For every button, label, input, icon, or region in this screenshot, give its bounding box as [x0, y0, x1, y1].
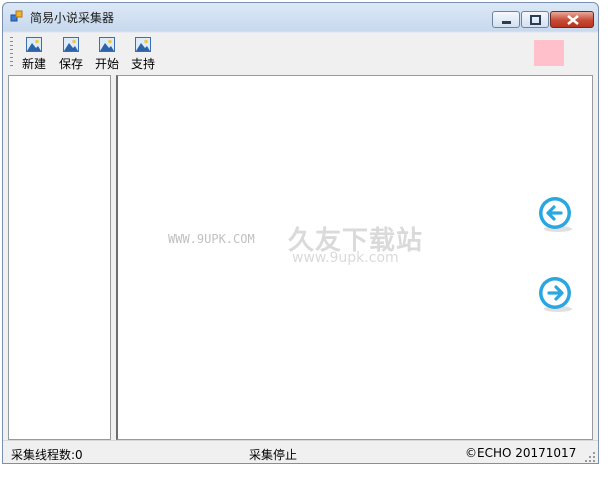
image-icon [99, 37, 115, 52]
chapter-list-panel[interactable] [8, 75, 111, 440]
minimize-icon [502, 21, 511, 24]
close-button[interactable] [550, 11, 594, 28]
title-bar[interactable]: 简易小说采集器 [3, 3, 598, 31]
collection-state-status: 采集停止 [249, 448, 298, 462]
maximize-icon [530, 15, 541, 25]
minimize-button[interactable] [492, 11, 520, 28]
watermark-url: WWW.9UPK.COM [168, 232, 255, 246]
start-button[interactable]: 开始 [90, 35, 124, 71]
toolbar-grip[interactable] [10, 37, 13, 69]
save-button[interactable]: 保存 [54, 35, 88, 71]
image-icon [135, 37, 151, 52]
maximize-button[interactable] [521, 11, 549, 28]
copyright-text: ©ECHO 20171017 [465, 446, 577, 460]
image-icon [26, 37, 42, 52]
thread-count-status: 采集线程数:0 [11, 448, 83, 462]
window-title: 简易小说采集器 [30, 11, 115, 25]
watermark-site-name: 久友下载站 [288, 226, 424, 256]
start-button-label: 开始 [94, 57, 119, 71]
image-icon [63, 37, 79, 52]
save-button-label: 保存 [58, 57, 83, 71]
content-panel[interactable]: WWW.9UPK.COM 久友下载站 www.9upk.com [116, 75, 593, 440]
watermark: WWW.9UPK.COM 久友下载站 www.9upk.com [168, 220, 468, 270]
new-button-label: 新建 [21, 57, 46, 71]
arrow-right-circle-icon[interactable] [536, 274, 576, 314]
arrow-left-circle-icon[interactable] [536, 194, 576, 234]
status-bar: 采集线程数:0 采集停止 ©ECHO 20171017 [3, 440, 598, 463]
app-window: 简易小说采集器 新建 保存 开始 支持 WWW.9UPK.COM 久友下载站 w… [2, 2, 599, 464]
toolbar: 新建 保存 开始 支持 [7, 33, 595, 73]
close-icon [567, 15, 579, 25]
app-window-icon [10, 10, 23, 22]
new-button[interactable]: 新建 [17, 35, 51, 71]
watermark-url-secondary: www.9upk.com [292, 250, 399, 266]
color-swatch[interactable] [534, 40, 564, 66]
support-button[interactable]: 支持 [126, 35, 160, 71]
support-button-label: 支持 [130, 57, 155, 71]
resize-grip-icon[interactable] [585, 452, 595, 462]
